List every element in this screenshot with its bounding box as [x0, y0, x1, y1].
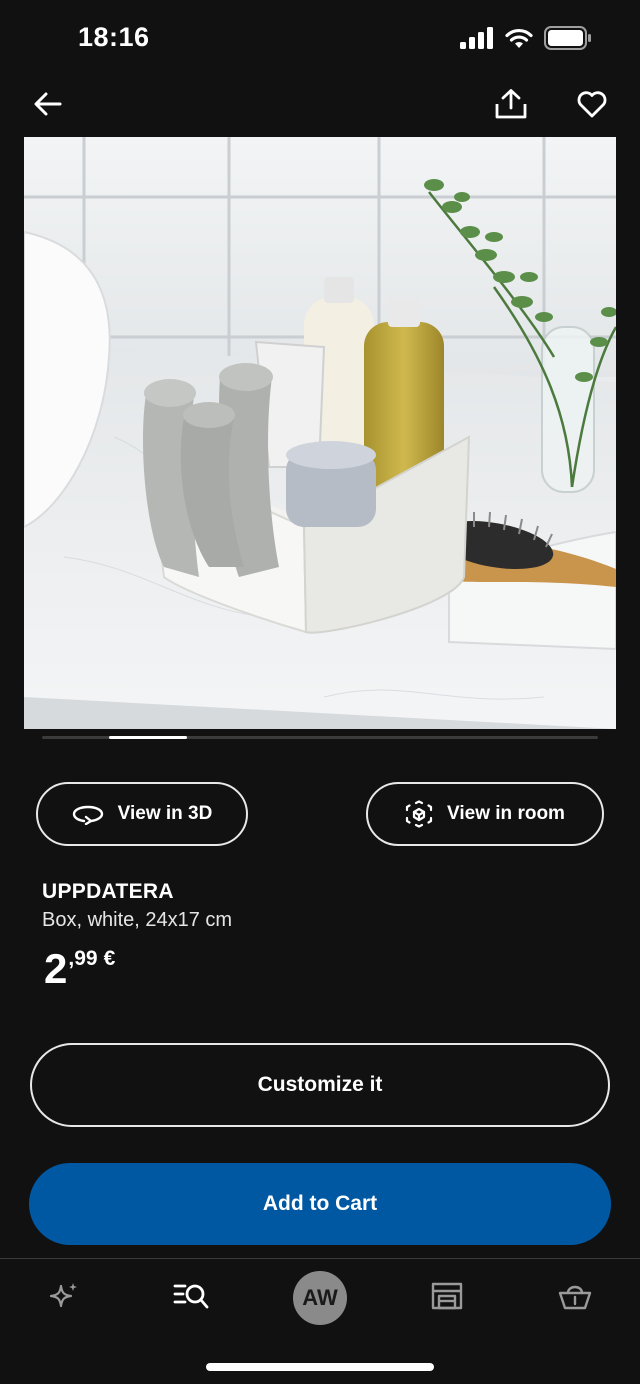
customize-label: Customize it: [257, 1073, 383, 1096]
avatar[interactable]: AW: [293, 1271, 347, 1325]
customize-button[interactable]: Customize it: [30, 1043, 610, 1127]
status-time: 18:16: [78, 22, 150, 52]
back-arrow-icon: [34, 92, 62, 116]
share-icon: [495, 89, 527, 119]
cellular-signal-icon: [460, 27, 493, 49]
product-description: Box, white, 24x17 cm: [42, 909, 233, 931]
view-in-room-label: View in room: [447, 803, 565, 824]
avatar-initials: AW: [302, 1285, 338, 1310]
share-button[interactable]: [492, 86, 530, 122]
store-icon: [431, 1282, 463, 1310]
basket-icon: [558, 1285, 592, 1310]
view-in-room-button[interactable]: View in room: [366, 782, 604, 846]
tab-basket[interactable]: [547, 1270, 603, 1322]
tab-search[interactable]: [163, 1270, 219, 1322]
heart-icon: [577, 91, 607, 118]
carousel-position-thumb: [109, 736, 187, 739]
back-button[interactable]: [30, 86, 66, 122]
price-decimal: ,99: [68, 947, 98, 970]
image-carousel-indicator: [42, 736, 598, 739]
price-integer: 2: [44, 945, 68, 992]
tab-stores[interactable]: [419, 1270, 475, 1322]
rotate-3d-icon: [72, 805, 103, 825]
favorite-button[interactable]: [574, 86, 610, 122]
tab-inspiration[interactable]: [36, 1270, 92, 1322]
product-price: 2 ,99 €: [44, 946, 115, 992]
add-to-cart-button[interactable]: Add to Cart: [29, 1163, 611, 1245]
view-in-3d-button[interactable]: View in 3D: [36, 782, 248, 846]
battery-icon: [544, 26, 591, 50]
home-indicator: [206, 1363, 434, 1371]
tab-bar-divider: [0, 1258, 640, 1259]
price-currency: €: [103, 947, 116, 970]
add-to-cart-label: Add to Cart: [262, 1192, 378, 1215]
product-image[interactable]: [24, 137, 616, 729]
view-in-3d-label: View in 3D: [117, 803, 213, 824]
wifi-icon: [505, 28, 533, 48]
ar-cube-icon: [405, 800, 433, 828]
product-photo: [24, 137, 616, 729]
status-icons: [460, 26, 592, 50]
sparkle-icon: [49, 1283, 77, 1308]
search-list-icon: [173, 1284, 209, 1309]
product-name: UPPDATERA: [42, 880, 174, 903]
